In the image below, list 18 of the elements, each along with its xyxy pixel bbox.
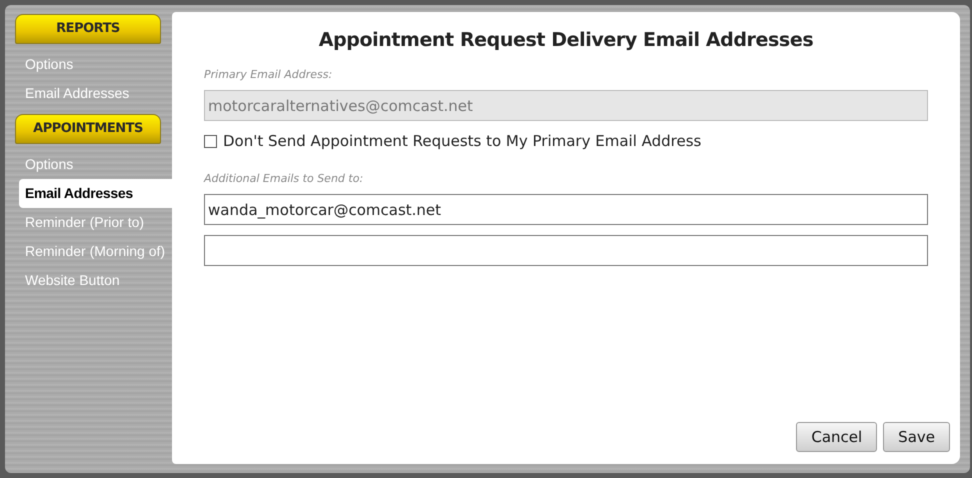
field-label: Primary Email Address: [204,66,334,82]
checkbox[interactable] [204,134,217,148]
sidebar-item[interactable]: Options [19,150,172,179]
sidebar-item[interactable]: Reminder (Prior to) [19,208,172,237]
dialog-title: Appointment Request Delivery Email Addresses [318,28,814,53]
sidebar-item[interactable]: Email Addresses [19,79,172,108]
section-header: REPORTS [15,14,161,44]
section-header: APPOINTMENTS [15,114,161,144]
cancel-button[interactable]: Cancel [796,422,878,452]
sidebar-item[interactable]: Reminder (Morning of) [19,237,172,266]
sidebar-item[interactable]: Options [19,50,172,79]
save-button[interactable]: Save [883,422,950,452]
sidebar-item[interactable]: Website Button [19,266,172,295]
checkbox-label: Don't Send Appointment Requests to My Primary Email Address [223,131,702,152]
field-label: Additional Emails to Send to: [204,170,364,186]
sidebar-item[interactable]: Email Addresses [19,179,172,208]
email-field[interactable] [204,235,928,266]
email-field[interactable]: wanda_motorcar@comcast.net [204,194,928,225]
